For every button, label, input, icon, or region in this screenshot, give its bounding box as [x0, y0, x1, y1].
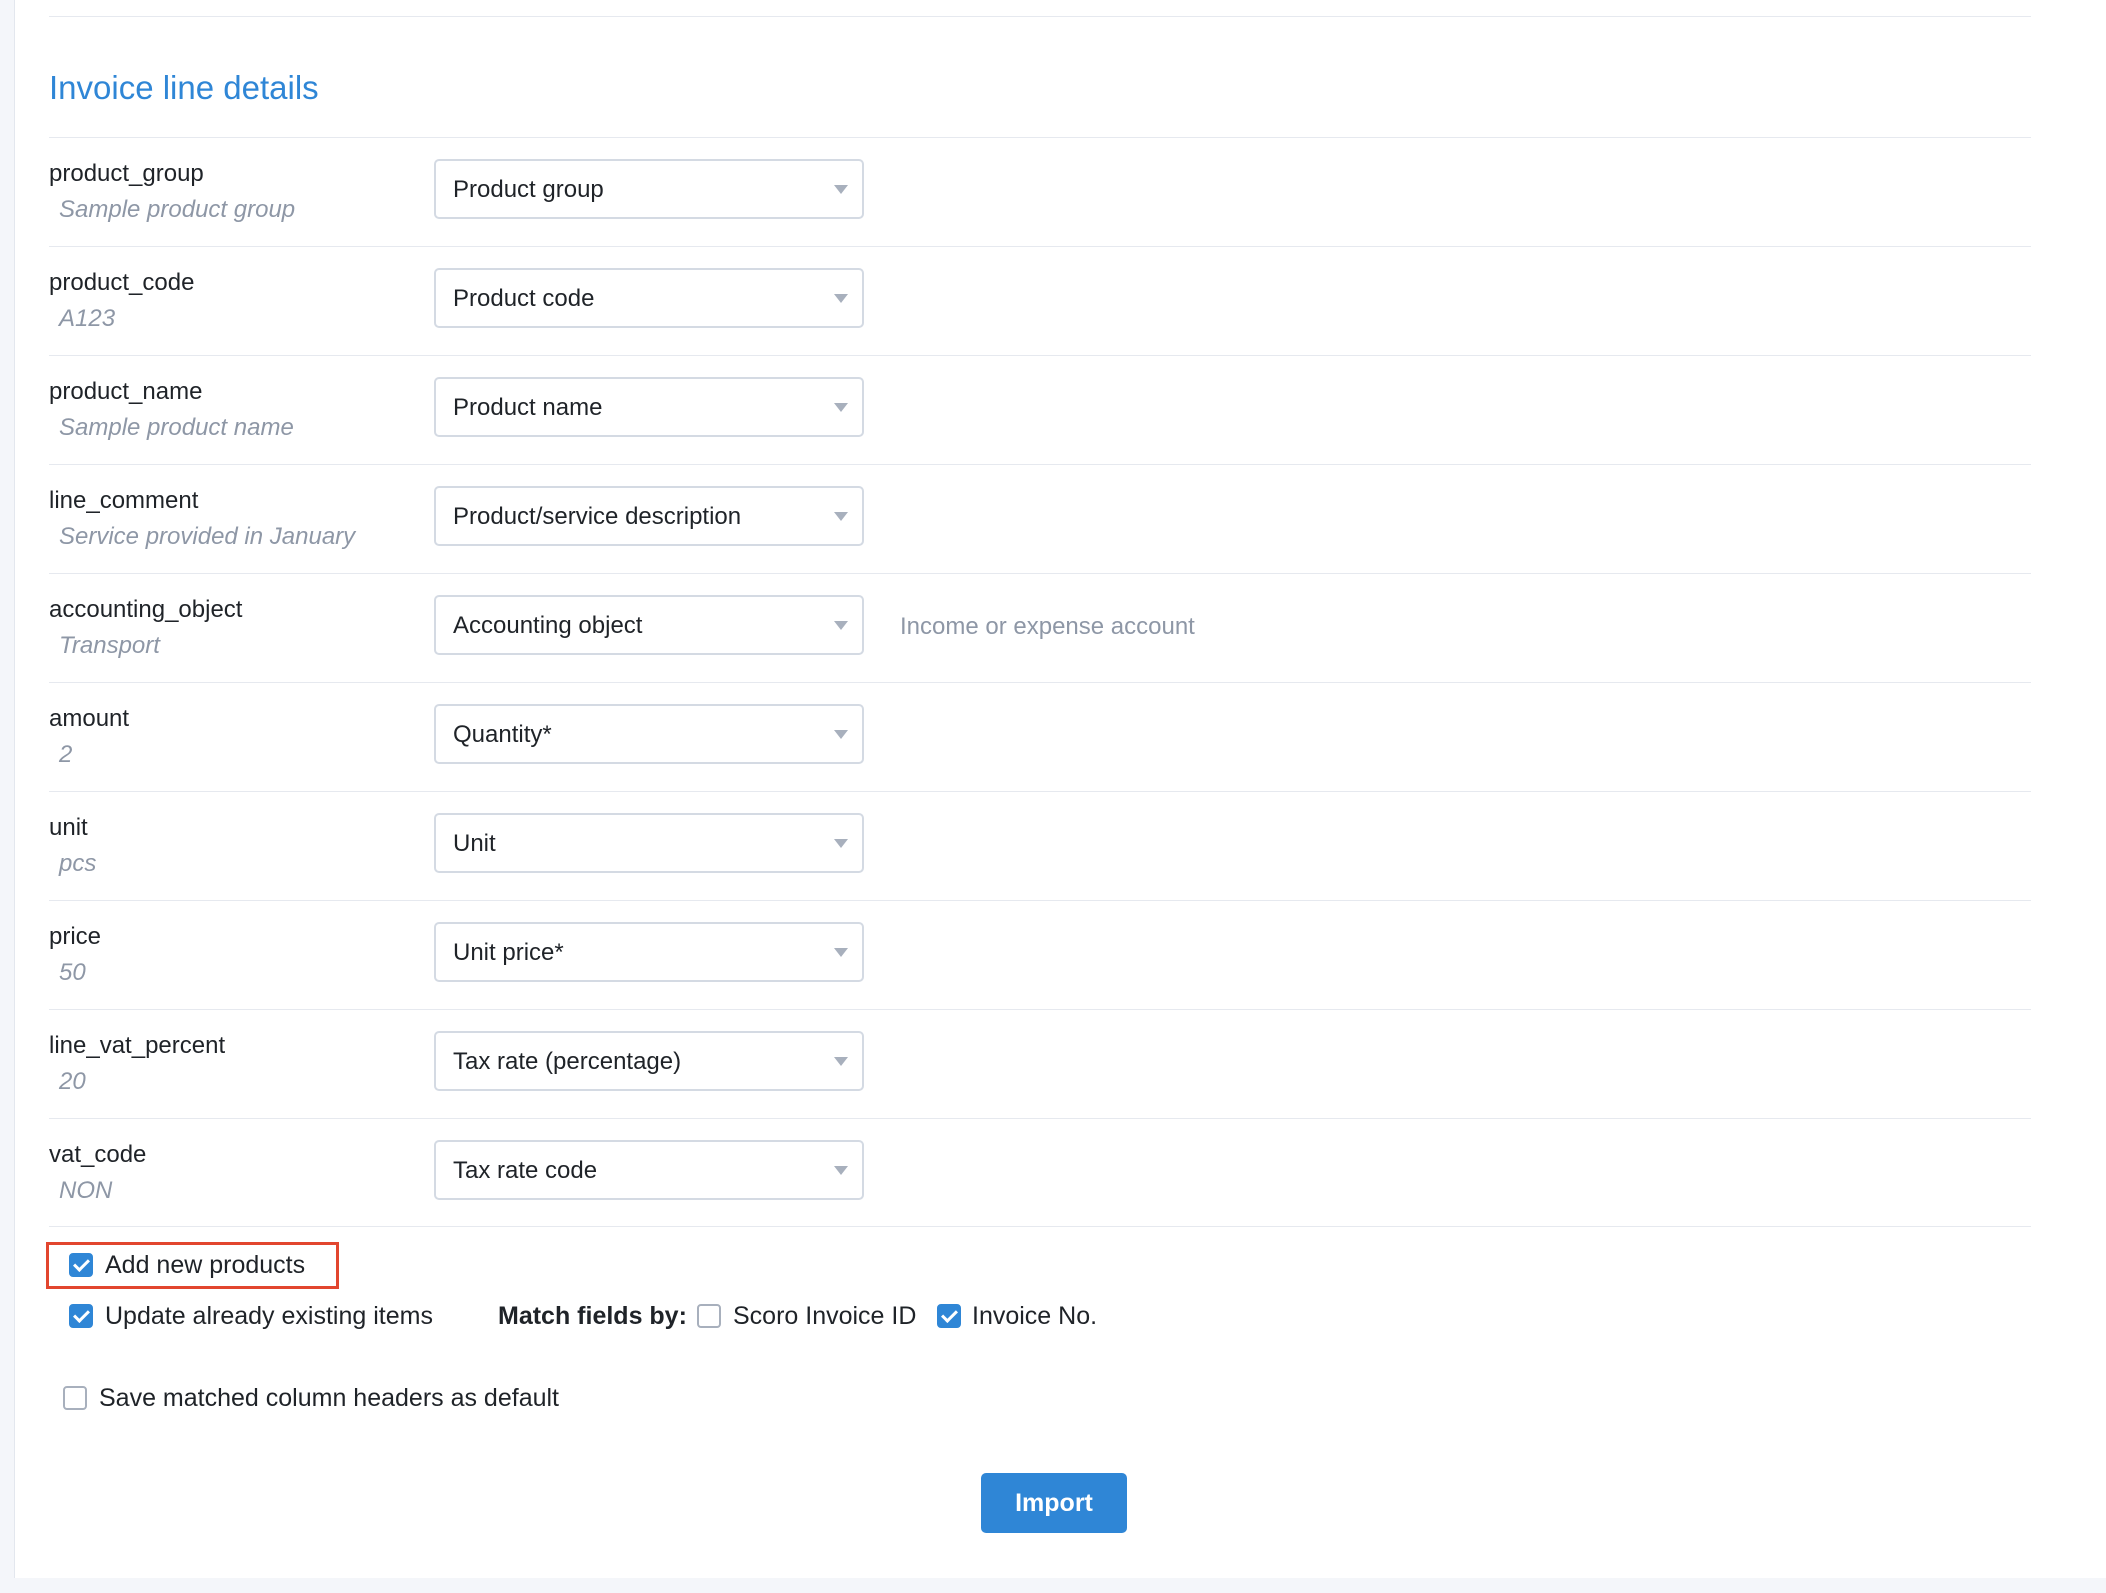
field-sample-value: 2: [59, 741, 73, 768]
add-new-products-label[interactable]: Add new products: [105, 1249, 305, 1281]
field-name: product_group: [49, 160, 204, 187]
section-title: Invoice line details: [49, 69, 319, 106]
field-sample-value: 50: [59, 959, 86, 986]
match-invoice-no-label[interactable]: Invoice No.: [972, 1300, 1097, 1332]
field-sample-value: 20: [59, 1068, 86, 1095]
field-row-unit: unit pcs Unit: [49, 791, 2031, 900]
mapping-select-value: Unit: [453, 830, 496, 857]
field-hint: Income or expense account: [900, 613, 1195, 640]
chevron-down-icon: [834, 185, 848, 194]
field-name: line_vat_percent: [49, 1032, 226, 1059]
add-new-products-checkbox[interactable]: [69, 1253, 93, 1277]
chevron-down-icon: [834, 839, 848, 848]
field-name: accounting_object: [49, 596, 243, 623]
match-fields-label: Match fields by:: [498, 1302, 687, 1330]
mapping-select-value: Unit price*: [453, 939, 564, 966]
mapping-select-accounting-object[interactable]: Accounting object: [434, 595, 864, 655]
field-row-product-name: product_name Sample product name Product…: [49, 355, 2031, 464]
mapping-select-price[interactable]: Unit price*: [434, 922, 864, 982]
chevron-down-icon: [834, 730, 848, 739]
chevron-down-icon: [834, 1057, 848, 1066]
field-mapping-list: product_group Sample product group Produ…: [49, 137, 2031, 1227]
match-scoro-invoice-id-checkbox[interactable]: [697, 1304, 721, 1328]
mapping-select-vat-code[interactable]: Tax rate code: [434, 1140, 864, 1200]
mapping-select-value: Accounting object: [453, 612, 643, 639]
save-headers-default-label[interactable]: Save matched column headers as default: [99, 1382, 559, 1414]
mapping-select-product-name[interactable]: Product name: [434, 377, 864, 437]
match-invoice-no-checkbox[interactable]: [937, 1304, 961, 1328]
field-sample-value: pcs: [59, 850, 97, 877]
field-row-line-vat-percent: line_vat_percent 20 Tax rate (percentage…: [49, 1009, 2031, 1118]
mapping-select-value: Tax rate code: [453, 1157, 598, 1184]
field-sample-value: Sample product group: [59, 196, 296, 223]
field-row-price: price 50 Unit price*: [49, 900, 2031, 1009]
field-sample-value: Transport: [59, 632, 160, 659]
field-row-product-group: product_group Sample product group Produ…: [49, 137, 2031, 246]
match-scoro-invoice-id-label[interactable]: Scoro Invoice ID: [733, 1300, 916, 1332]
chevron-down-icon: [834, 1166, 848, 1175]
field-name: price: [49, 923, 102, 950]
chevron-down-icon: [834, 512, 848, 521]
chevron-down-icon: [834, 948, 848, 957]
field-name: amount: [49, 705, 130, 732]
field-row-line-comment: line_comment Service provided in January…: [49, 464, 2031, 573]
save-headers-default-checkbox[interactable]: [63, 1386, 87, 1410]
mapping-select-line-vat-percent[interactable]: Tax rate (percentage): [434, 1031, 864, 1091]
mapping-select-value: Product code: [453, 285, 595, 312]
mapping-select-value: Product name: [453, 394, 603, 421]
field-sample-value: Sample product name: [59, 414, 294, 441]
field-sample-value: A123: [59, 305, 116, 332]
field-name: unit: [49, 814, 88, 841]
chevron-down-icon: [834, 621, 848, 630]
mapping-select-value: Product group: [453, 176, 604, 203]
mapping-select-line-comment[interactable]: Product/service description: [434, 486, 864, 546]
import-button[interactable]: Import: [981, 1473, 1127, 1533]
mapping-select-product-group[interactable]: Product group: [434, 159, 864, 219]
field-sample-value: Service provided in January: [59, 523, 356, 550]
mapping-select-unit[interactable]: Unit: [434, 813, 864, 873]
mapping-select-amount[interactable]: Quantity*: [434, 704, 864, 764]
update-existing-items-label[interactable]: Update already existing items: [105, 1300, 433, 1332]
field-name: product_name: [49, 378, 203, 405]
chevron-down-icon: [834, 294, 848, 303]
section-divider: [49, 16, 2031, 17]
field-row-product-code: product_code A123 Product code: [49, 246, 2031, 355]
mapping-select-product-code[interactable]: Product code: [434, 268, 864, 328]
mapping-select-value: Quantity*: [453, 721, 552, 748]
field-row-accounting-object: accounting_object Transport Accounting o…: [49, 573, 2031, 682]
field-name: line_comment: [49, 487, 199, 514]
field-name: product_code: [49, 269, 195, 296]
mapping-select-value: Product/service description: [453, 503, 742, 530]
field-row-amount: amount 2 Quantity*: [49, 682, 2031, 791]
chevron-down-icon: [834, 403, 848, 412]
field-name: vat_code: [49, 1141, 147, 1168]
mapping-select-value: Tax rate (percentage): [453, 1048, 682, 1075]
field-row-vat-code: vat_code NON Tax rate code: [49, 1118, 2031, 1227]
update-existing-items-checkbox[interactable]: [69, 1304, 93, 1328]
field-sample-value: NON: [59, 1177, 113, 1204]
